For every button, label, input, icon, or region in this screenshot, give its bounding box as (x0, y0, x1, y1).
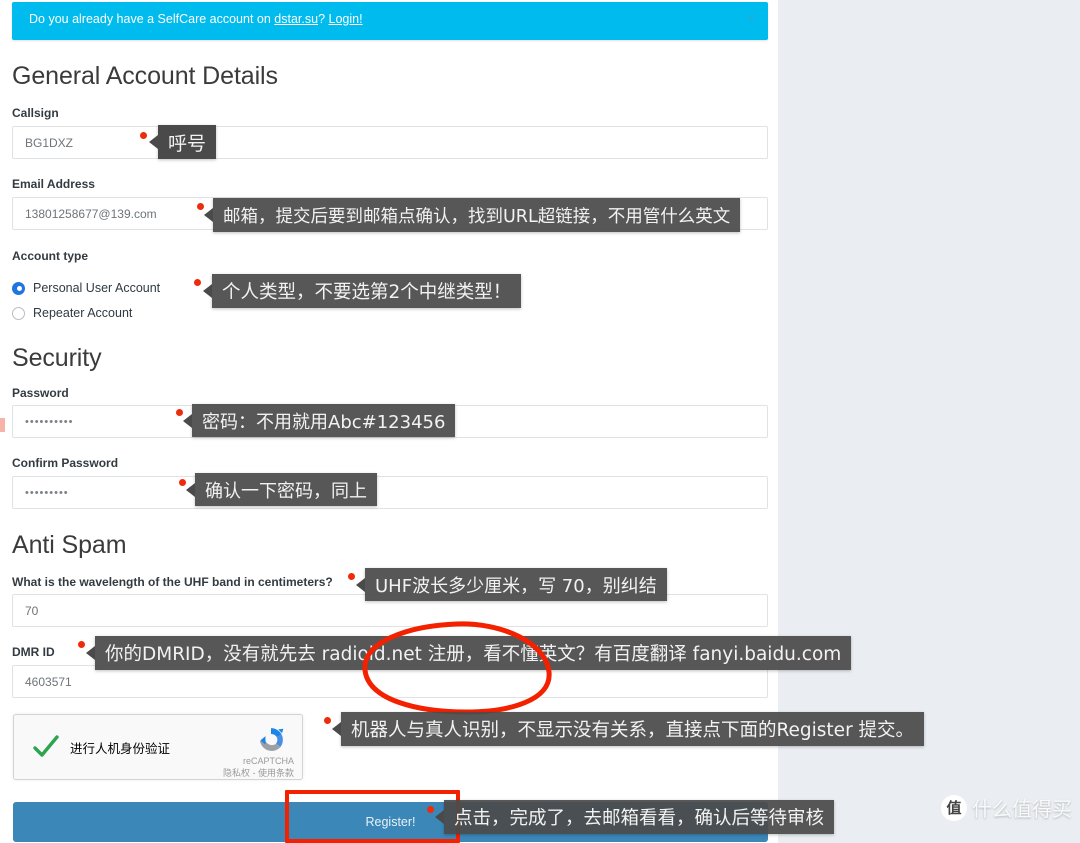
annotation-dot-register (427, 806, 434, 813)
recaptcha-widget[interactable]: 进行人机身份验证 reCAPTCHA 隐私权 - 使用条款 (13, 714, 303, 780)
recaptcha-brand-name: reCAPTCHA (242, 756, 294, 766)
general-account-details-heading: General Account Details (12, 62, 278, 90)
annotation-password: 密码：不用就用Abc#123456 (182, 404, 456, 437)
uhf-question-label: What is the wavelength of the UHF band i… (12, 575, 333, 589)
dmr-id-label: DMR ID (12, 645, 55, 659)
selfcare-account-banner: Do you already have a SelfCare account o… (12, 2, 768, 40)
radio-label-repeater: Repeater Account (33, 306, 133, 320)
banner-text-before: Do you already have a SelfCare account o… (29, 12, 275, 26)
page-root: Do you already have a SelfCare account o… (0, 0, 1080, 843)
annotation-callsign: 呼号 (148, 125, 217, 159)
recaptcha-logo-icon (259, 728, 284, 751)
radio-icon-unselected[interactable] (12, 306, 25, 320)
annotation-uhf: UHF波长多少厘米，写 70，别纠结 (356, 568, 667, 601)
callsign-input[interactable]: BG1DXZ (12, 126, 768, 159)
annotation-dot-recaptcha (324, 717, 331, 724)
confirm-password-label: Confirm Password (12, 456, 119, 470)
email-label: Email Address (12, 177, 95, 191)
annotation-left-edge-mark (0, 418, 5, 432)
security-heading: Security (12, 344, 102, 372)
checkmark-icon (33, 735, 59, 757)
annotation-confirm-password: 确认一下密码，同上 (186, 473, 377, 506)
callsign-label: Callsign (12, 106, 59, 120)
recaptcha-brand: reCAPTCHA 隐私权 - 使用条款 (184, 755, 294, 779)
recaptcha-terms[interactable]: 隐私权 - 使用条款 (184, 767, 294, 779)
close-icon[interactable]: × (747, 10, 755, 24)
banner-text-mid: ? (318, 12, 329, 26)
anti-spam-heading: Anti Spam (12, 531, 127, 559)
annotation-dot-password (176, 409, 183, 416)
recaptcha-label: 进行人机身份验证 (70, 742, 171, 756)
annotation-dot-confirm-password (179, 479, 186, 486)
annotation-dot-uhf (348, 573, 355, 580)
annotation-dot-callsign (140, 132, 147, 139)
login-link[interactable]: Login! (329, 12, 363, 26)
annotation-register: 点击，完成了，去邮箱看看，确认后等待审核 (434, 800, 835, 834)
banner-message: Do you already have a SelfCare account o… (29, 12, 363, 26)
annotation-recaptcha: 机器人与真人识别，不显示没有关系，直接点下面的Register 提交。 (331, 712, 925, 746)
annotation-dmr-id: 你的DMRID，没有就先去 radioid.net 注册，看不懂英文？有百度翻译… (85, 636, 852, 670)
password-label: Password (12, 386, 69, 400)
radio-label-personal: Personal User Account (33, 281, 161, 295)
radio-icon-selected[interactable] (12, 281, 25, 295)
annotation-dot-email (197, 203, 204, 210)
annotation-dot-dmr-id (78, 641, 85, 648)
radio-personal-user-account[interactable]: Personal User Account (12, 281, 160, 295)
account-type-label: Account type (12, 249, 89, 263)
dstar-su-link[interactable]: dstar.su (274, 12, 318, 26)
annotation-account-type: 个人类型，不要选第2个中继类型！ (202, 274, 522, 308)
annotation-email: 邮箱，提交后要到邮箱点确认，找到URL超链接，不用管什么英文 (203, 198, 741, 232)
confirm-password-input[interactable]: ••••••••• (12, 476, 768, 509)
annotation-dot-account-type (194, 279, 201, 286)
radio-repeater-account[interactable]: Repeater Account (12, 306, 132, 320)
